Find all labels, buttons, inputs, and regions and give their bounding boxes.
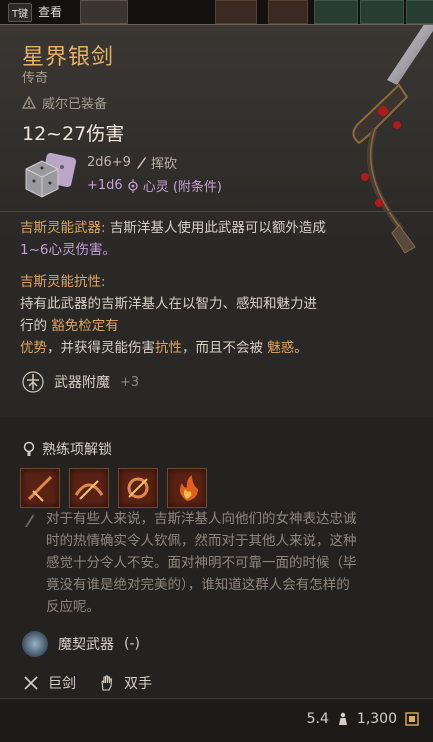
psychic-icon [128, 178, 138, 193]
lore-line: 反应呢。 [46, 599, 100, 615]
enchantment-label: 武器附魔 [54, 375, 110, 391]
passive-psionic-weapon: 吉斯灵能武器: 吉斯洋基人使用此武器可以额外造成 1~6心灵伤害。 [20, 217, 420, 261]
passive-text: 吉斯洋基人使用此武器可以额外造成 [109, 220, 326, 236]
details-section: 熟练项解锁 对于有些人来说，吉斯洋基人向他们的女神表达忠诚 时的热情确实令人钦佩… [0, 417, 433, 741]
damage-range: 12~27伤害 [22, 123, 125, 145]
warning-icon [22, 96, 36, 109]
hotkey-t: T键 [8, 3, 33, 22]
quickslot[interactable] [268, 0, 308, 24]
item-footer: 5.4 1,300 [0, 698, 433, 742]
proficiency-lunge-icon[interactable] [69, 468, 109, 508]
passive-text: 行的 [20, 318, 47, 334]
item-lore: 对于有些人来说，吉斯洋基人向他们的女神表达忠诚 时的热情确实令人钦佩，然而对于其… [46, 508, 418, 618]
passive-title: 吉斯灵能武器: [20, 220, 106, 236]
gold-icon [405, 712, 419, 726]
passive-text: ，而且不会被 [182, 340, 263, 356]
equipped-status: 威尔已装备 [22, 93, 107, 112]
passive-title: 吉斯灵能抗性: [20, 274, 106, 290]
lore-line: 对于有些人来说，吉斯洋基人向他们的女神表达忠诚 [46, 511, 357, 527]
passive-value: 1~6心灵伤害。 [20, 242, 116, 258]
lore-line: 竟没有谁是绝对完美的），谁知道这群人会有怎样的 [46, 577, 350, 593]
proficiency-action-list [20, 468, 207, 508]
passive-text: 。 [294, 340, 308, 356]
hand-icon [101, 675, 113, 691]
base-damage-line: 2d6+9 挥砍 [87, 153, 177, 172]
lore-line: 时的热情确实令人钦佩，然而对于其他人来说，这种 [46, 533, 357, 549]
resistance-keyword[interactable]: 抗性 [155, 340, 182, 356]
pact-weapon-label: 魔契武器 [58, 637, 114, 653]
quickslot[interactable] [314, 0, 358, 24]
weapon-type-tag: 巨剑 [22, 673, 76, 693]
view-label[interactable]: 查看 [38, 3, 62, 20]
weapon-type: 巨剑 [48, 676, 76, 692]
enchantment-value: +3 [120, 374, 140, 390]
item-tooltip: 星界银剑 传奇 威尔已装备 12~27伤害 2d6+9 挥砍 +1d6 心灵 (… [0, 24, 433, 742]
enchantment-icon [22, 371, 44, 393]
passive-text: 持有此武器的吉斯洋基人在以智力、感知和魅力进 [20, 296, 317, 312]
weight-icon [338, 712, 347, 725]
weapon-tags: 巨剑 双手 [22, 673, 166, 693]
bonus-roll: +1d6 [87, 178, 123, 193]
quickslot[interactable] [406, 0, 433, 24]
dice-icon [25, 153, 77, 198]
advantage-keyword[interactable]: 优势 [20, 340, 47, 356]
divider [0, 211, 433, 212]
slash-icon [136, 156, 146, 169]
passive-psionic-resistance: 吉斯灵能抗性: 持有此武器的吉斯洋基人在以智力、感知和魅力进 行的 豁免检定有 … [20, 271, 420, 359]
quill-icon [25, 514, 34, 527]
handedness: 双手 [124, 676, 152, 692]
passive-text: ，并获得灵能伤害 [47, 340, 155, 356]
quickslot[interactable] [80, 0, 128, 24]
handedness-tag: 双手 [98, 673, 152, 693]
quickslot[interactable] [215, 0, 257, 24]
charmed-keyword[interactable]: 魅惑 [267, 340, 294, 356]
lore-line: 感觉十分令人不安。面对神明不可靠一面的时候（毕 [46, 555, 357, 571]
item-price: 1,300 [356, 711, 397, 727]
proficiency-slash-icon[interactable] [20, 468, 60, 508]
base-roll: 2d6+9 [87, 155, 131, 170]
bonus-damage-line: +1d6 心灵 (附条件) [87, 176, 222, 195]
crossed-swords-icon [24, 676, 38, 690]
unlock-icon [23, 441, 35, 456]
proficiency-flourish-icon[interactable] [118, 468, 158, 508]
proficiency-label: 熟练项解锁 [42, 442, 112, 458]
bonus-type: 心灵 (附条件) [142, 180, 222, 195]
weapon-enchantment: 武器附魔 +3 [22, 371, 139, 393]
item-rarity: 传奇 [22, 71, 49, 86]
saving-throw-keyword[interactable]: 豁免检定有 [51, 318, 119, 334]
top-bar: T键 查看 [0, 0, 433, 26]
proficiency-unlock: 熟练项解锁 [22, 439, 112, 459]
pact-weapon-suffix: (-) [124, 636, 140, 652]
damage-type: 挥砍 [150, 157, 177, 172]
item-weight: 5.4 [306, 711, 329, 727]
quickslot[interactable] [360, 0, 404, 24]
pact-weapon-icon [22, 631, 48, 657]
equipped-text: 威尔已装备 [42, 97, 108, 112]
proficiency-fire-icon[interactable] [167, 468, 207, 508]
pact-weapon: 魔契武器 (-) [22, 631, 140, 657]
